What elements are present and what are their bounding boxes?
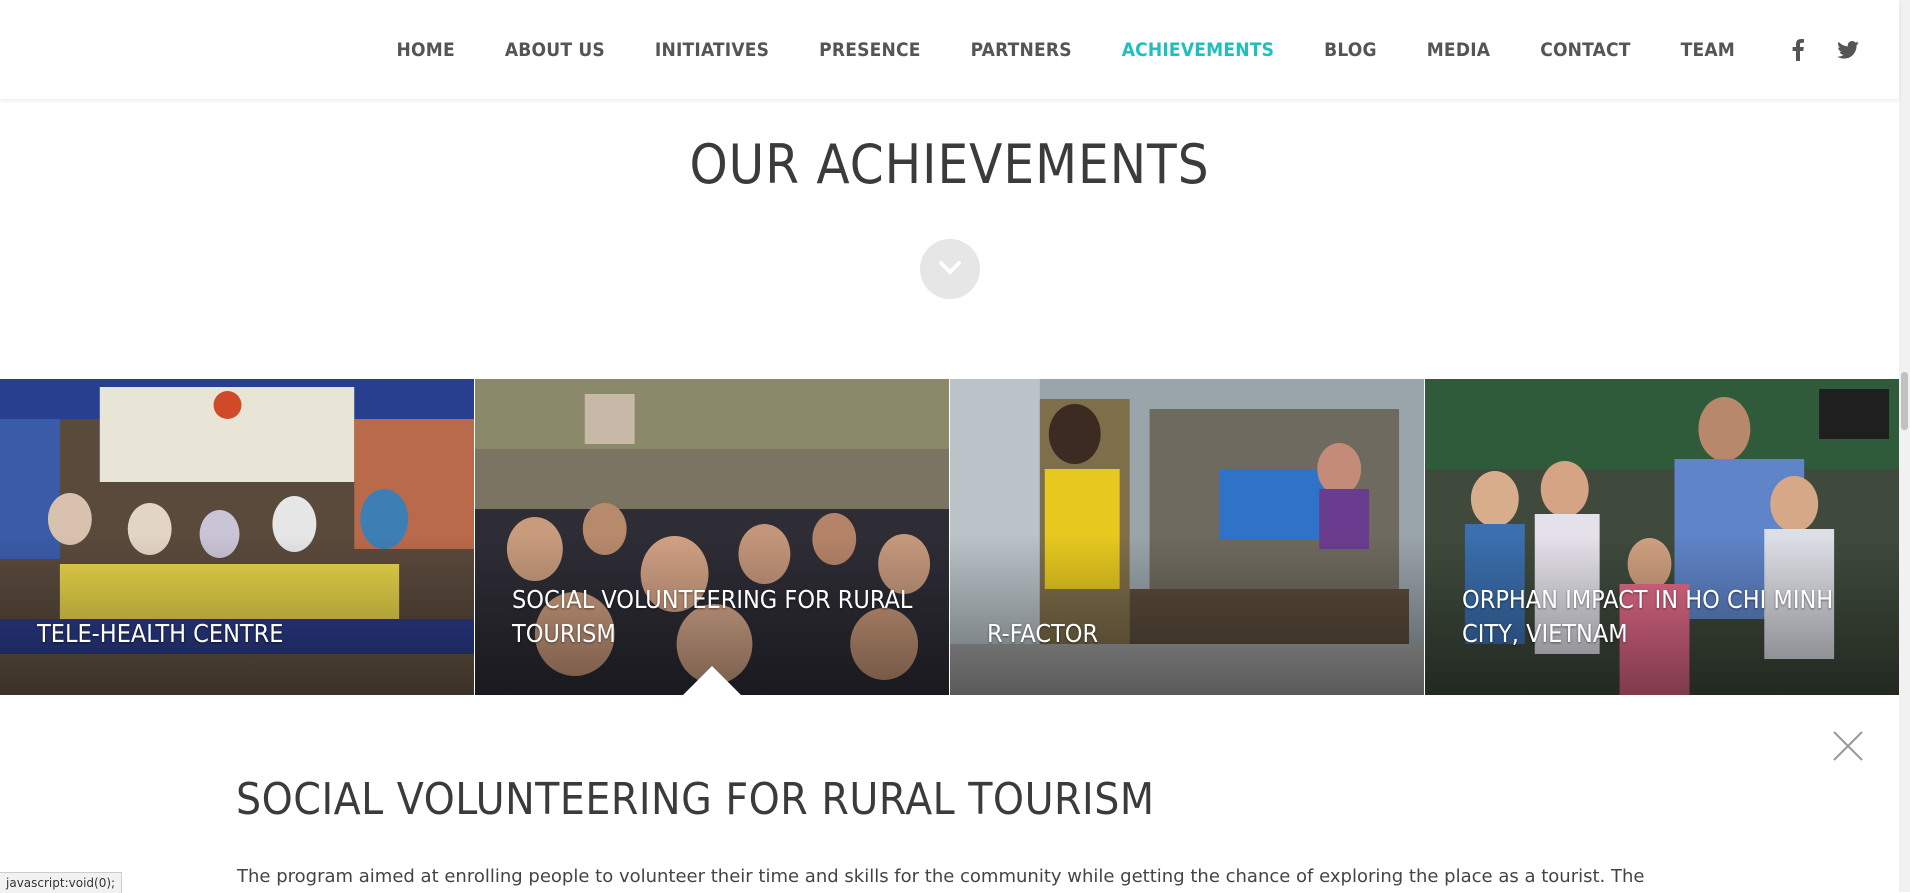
tile-overlay bbox=[0, 535, 474, 695]
detail-title: SOCIAL VOLUNTEERING FOR RURAL TOURISM bbox=[236, 774, 1155, 825]
site-header: HOME ABOUT US INITIATIVES PRESENCE PARTN… bbox=[0, 0, 1899, 99]
facebook-icon[interactable] bbox=[1787, 38, 1809, 61]
scroll-down-button[interactable] bbox=[920, 239, 980, 299]
gallery-tile-tele-health[interactable]: TELE-HEALTH CENTRE bbox=[0, 379, 474, 695]
page-title: OUR ACHIEVEMENTS bbox=[689, 133, 1210, 196]
nav-partners[interactable]: PARTNERS bbox=[971, 39, 1072, 61]
achievements-gallery: TELE-HEALTH CENTRE SOCIAL VOLUNTEERING F… bbox=[0, 379, 1899, 695]
scrollbar-thumb[interactable] bbox=[1901, 372, 1908, 430]
gallery-tile-orphan-impact[interactable]: ORPHAN IMPACT IN HO CHI MINH CITY, VIETN… bbox=[1424, 379, 1899, 695]
tile-label: R-FACTOR bbox=[987, 619, 1099, 648]
nav-contact[interactable]: CONTACT bbox=[1540, 39, 1630, 61]
close-icon bbox=[1832, 731, 1864, 766]
nav-presence[interactable]: PRESENCE bbox=[819, 39, 921, 61]
tile-label: ORPHAN IMPACT IN HO CHI MINH CITY, VIETN… bbox=[1462, 585, 1834, 648]
status-bar: javascript:void(0); bbox=[0, 872, 123, 893]
tile-overlay bbox=[950, 535, 1424, 695]
nav-about-us[interactable]: ABOUT US bbox=[505, 39, 605, 61]
tile-label: SOCIAL VOLUNTEERING FOR RURAL TOURISM bbox=[512, 585, 913, 648]
social-links bbox=[1787, 38, 1859, 61]
nav-home[interactable]: HOME bbox=[397, 39, 455, 61]
chevron-down-icon bbox=[939, 260, 961, 279]
scrollbar[interactable] bbox=[1899, 0, 1910, 892]
nav-team[interactable]: TEAM bbox=[1681, 39, 1735, 61]
nav-initiatives[interactable]: INITIATIVES bbox=[655, 39, 769, 61]
close-button[interactable] bbox=[1832, 730, 1864, 762]
nav-media[interactable]: MEDIA bbox=[1427, 39, 1490, 61]
nav-achievements[interactable]: ACHIEVEMENTS bbox=[1122, 39, 1274, 61]
twitter-icon[interactable] bbox=[1837, 39, 1859, 61]
gallery-tile-r-factor[interactable]: R-FACTOR bbox=[949, 379, 1424, 695]
nav-blog[interactable]: BLOG bbox=[1324, 39, 1377, 61]
tile-label: TELE-HEALTH CENTRE bbox=[37, 619, 284, 648]
main-nav: HOME ABOUT US INITIATIVES PRESENCE PARTN… bbox=[397, 0, 1859, 99]
active-tile-pointer bbox=[682, 666, 742, 696]
gallery-tile-social-volunteering[interactable]: SOCIAL VOLUNTEERING FOR RURAL TOURISM bbox=[474, 379, 949, 695]
detail-body: The program aimed at enrolling people to… bbox=[237, 866, 1645, 887]
